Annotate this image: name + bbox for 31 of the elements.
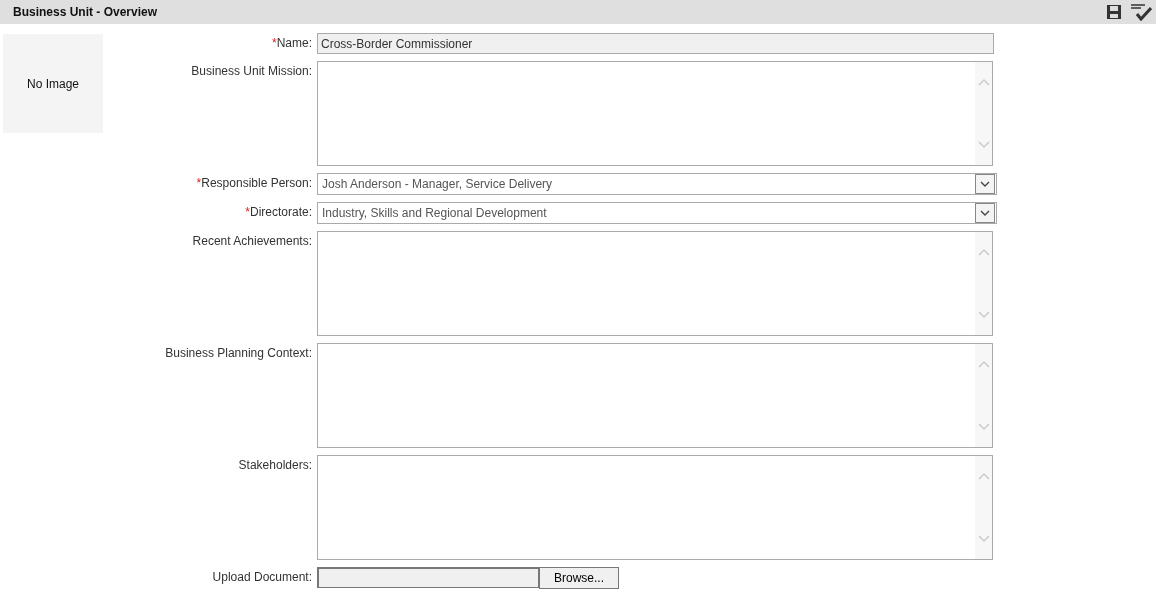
scroll-up-icon[interactable]: [977, 78, 990, 86]
scroll-down-icon[interactable]: [977, 423, 990, 431]
scroll-up-icon[interactable]: [977, 360, 990, 368]
save-icon[interactable]: [1106, 4, 1122, 20]
text-area[interactable]: [317, 343, 993, 448]
chevron-down-icon: [980, 210, 990, 216]
scroll-down-icon[interactable]: [977, 141, 990, 149]
scroll-up-icon[interactable]: [977, 472, 990, 480]
field-label: *Responsible Person:: [195, 175, 312, 192]
input-field[interactable]: Cross-Border Commissioner: [317, 33, 994, 54]
field-label: *Name:: [271, 35, 312, 52]
text-area[interactable]: [317, 455, 993, 560]
page-title: Business Unit - Overview: [13, 5, 158, 19]
text-area[interactable]: [317, 61, 993, 166]
scroll-up-icon[interactable]: [977, 248, 990, 256]
field-label: Upload Document:: [211, 569, 312, 586]
field-label: Recent Achievements:: [191, 233, 312, 250]
field-label: Stakeholders:: [237, 457, 312, 474]
scroll-down-icon[interactable]: [977, 535, 990, 543]
dropdown[interactable]: Josh Anderson - Manager, Service Delivery: [317, 173, 997, 195]
file-path-field[interactable]: [317, 567, 539, 588]
text-area[interactable]: [317, 231, 993, 336]
no-image-text: No Image: [27, 76, 79, 91]
spellcheck-icon[interactable]: [1130, 3, 1152, 21]
scroll-down-icon[interactable]: [977, 311, 990, 319]
browse-button[interactable]: Browse...: [539, 567, 619, 589]
chevron-down-icon: [980, 181, 990, 187]
field-label: Business Planning Context:: [164, 345, 312, 362]
dropdown[interactable]: Industry, Skills and Regional Development: [317, 202, 997, 224]
field-label: *Directorate:: [244, 204, 312, 221]
field-label: Business Unit Mission:: [190, 63, 312, 80]
